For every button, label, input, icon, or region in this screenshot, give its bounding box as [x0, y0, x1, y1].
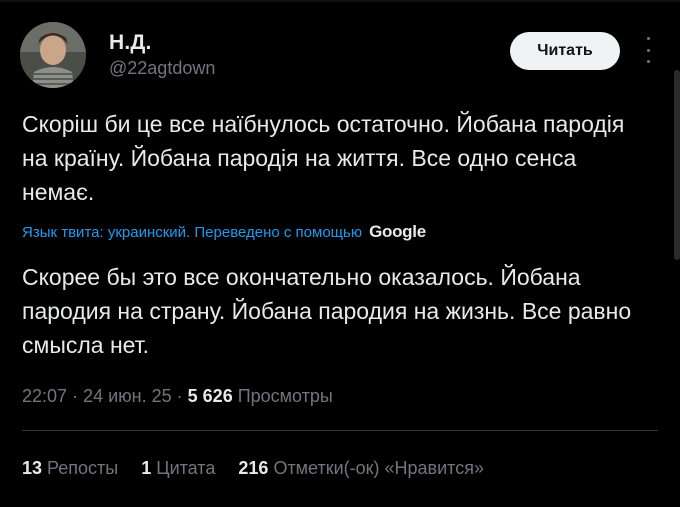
quotes-count: 1 — [141, 458, 152, 478]
likes-label: Отметки(-ок) «Нравится» — [273, 458, 484, 478]
likes-stat[interactable]: 216 Отметки(-ок) «Нравится» — [238, 458, 484, 478]
tweet-time[interactable]: 22:07 — [22, 386, 67, 406]
reposts-count: 13 — [22, 458, 43, 478]
tweet-translated-text: Скорее бы это все окончательно оказалось… — [22, 264, 632, 358]
translation-note[interactable]: Язык твита: украинский. Переведено с пом… — [22, 222, 426, 242]
scrollbar[interactable] — [674, 70, 680, 260]
tweet-original-text: Скоріш би це все наїбнулось остаточно. Й… — [22, 111, 625, 205]
avatar[interactable] — [20, 22, 86, 88]
meta-separator: · — [72, 386, 79, 406]
likes-count: 216 — [238, 458, 269, 478]
author-name[interactable]: Н.Д. — [109, 31, 152, 55]
author-handle[interactable]: @22agtdown — [109, 58, 215, 79]
views-label: Просмотры — [237, 386, 333, 406]
top-divider — [0, 0, 680, 2]
tweet-date[interactable]: 24 июн. 25 — [83, 386, 172, 406]
reposts-label: Репосты — [47, 458, 119, 478]
read-button[interactable]: Читать — [510, 32, 620, 70]
avatar-image — [20, 22, 86, 88]
more-vertical-icon[interactable] — [640, 37, 656, 63]
google-logo: Google — [369, 222, 426, 241]
tweet-stats: 13 Репосты 1 Цитата 216 Отметки(-ок) «Нр… — [22, 458, 502, 479]
tweet-meta: 22:07 · 24 июн. 25 · 5 626 Просмотры — [22, 386, 333, 407]
translation-note-text[interactable]: Язык твита: украинский. Переведено с пом… — [22, 224, 362, 241]
stats-divider — [22, 430, 658, 431]
meta-separator-2: · — [176, 386, 183, 406]
reposts-stat[interactable]: 13 Репосты — [22, 458, 123, 478]
quotes-label: Цитата — [156, 458, 216, 478]
views-count: 5 626 — [187, 386, 233, 406]
quotes-stat[interactable]: 1 Цитата — [141, 458, 220, 478]
